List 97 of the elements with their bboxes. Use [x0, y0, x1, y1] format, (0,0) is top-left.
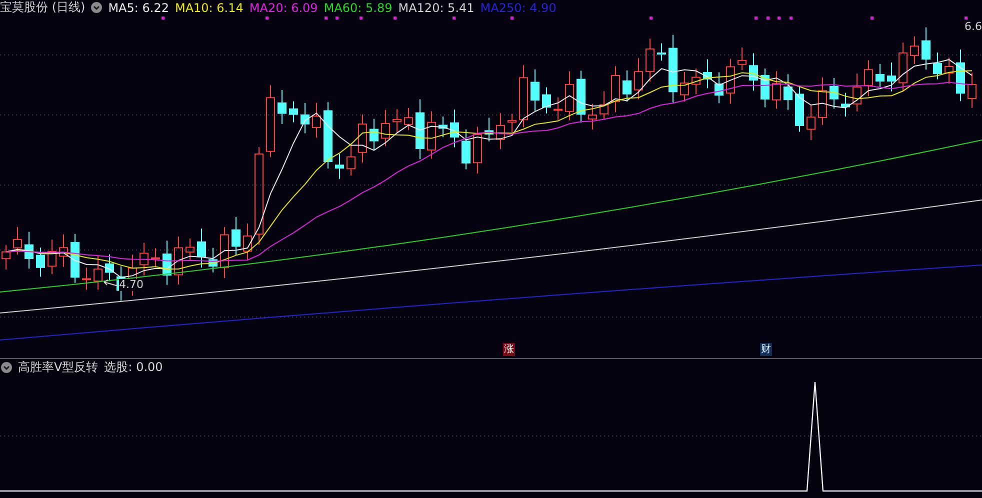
candlestick	[289, 100, 298, 123]
candlestick	[968, 72, 976, 108]
stock-title: 宝莫股份 (日线)	[0, 0, 86, 16]
dropdown-icon[interactable]	[1, 362, 12, 372]
candlestick	[370, 118, 378, 151]
indicator-name: 高胜率V型反转	[18, 358, 98, 376]
low-price-label: 4.70	[119, 279, 144, 291]
candlestick	[312, 102, 321, 138]
candlestick	[416, 98, 424, 160]
candlestick	[508, 113, 516, 132]
candlestick	[554, 96, 562, 120]
candlestick	[841, 92, 850, 117]
candlestick	[898, 42, 908, 92]
candlestick	[94, 255, 102, 290]
candlestick	[484, 117, 494, 142]
candlestick	[703, 58, 712, 89]
candlestick	[324, 102, 332, 169]
candlestick	[278, 90, 286, 125]
candlestick	[611, 66, 620, 113]
candlestick	[197, 228, 206, 268]
candlestick	[772, 70, 781, 110]
candlestick	[496, 112, 505, 150]
event-marker: 财	[760, 343, 772, 356]
candlestick	[922, 26, 930, 70]
candlestick	[795, 86, 804, 132]
candlestick	[852, 73, 862, 112]
candlestick	[335, 153, 344, 180]
candlestick	[588, 103, 597, 130]
moving-average-value: MA5: 6.22	[108, 0, 169, 14]
candlestick	[243, 223, 252, 260]
candlestick	[576, 70, 586, 124]
candlestick	[668, 34, 678, 103]
candlestick	[876, 63, 884, 88]
candlestick	[864, 60, 873, 97]
candlestick	[13, 226, 22, 256]
event-marker: 涨	[503, 343, 515, 356]
moving-average-value: MA250: 4.90	[480, 0, 556, 14]
candlestick	[438, 116, 448, 138]
candlestick	[462, 128, 470, 170]
moving-average-value: MA120: 5.41	[398, 0, 474, 14]
candlestick	[944, 57, 954, 84]
candlestick	[634, 58, 643, 100]
candlestick	[726, 58, 735, 104]
candlestick	[208, 247, 218, 273]
candlestick	[910, 36, 919, 65]
candlestick	[646, 38, 654, 82]
candlestick	[565, 70, 574, 121]
candlestick	[70, 233, 80, 284]
candlestick	[105, 254, 114, 282]
candlestick	[140, 242, 148, 276]
candlestick	[956, 49, 965, 102]
candlestick	[186, 238, 194, 260]
candlestick	[162, 240, 172, 286]
candlestick	[738, 46, 746, 71]
candlestick	[760, 68, 770, 108]
candlestick	[749, 52, 758, 92]
candlestick	[680, 71, 689, 102]
candlestick	[59, 234, 68, 268]
candlestick	[887, 62, 896, 92]
candlestick	[692, 68, 700, 95]
candlestick	[450, 109, 459, 148]
candlestick	[300, 102, 310, 134]
indicator-value: 选股: 0.00	[104, 358, 163, 376]
moving-average-value: MA60: 5.89	[324, 0, 392, 14]
moving-average-value: MA20: 6.09	[249, 0, 318, 14]
dropdown-icon[interactable]	[91, 2, 102, 13]
candlestick	[358, 114, 367, 163]
candlestick	[830, 77, 838, 110]
leader-line	[104, 280, 118, 286]
candlestick	[622, 70, 632, 102]
candlestick	[473, 126, 482, 174]
candlestick	[404, 108, 413, 131]
price-label: 6.6	[964, 20, 982, 33]
candlestick	[427, 110, 436, 159]
candlestick	[530, 68, 540, 112]
candlestick	[151, 248, 160, 267]
candlestick	[346, 142, 356, 176]
candlestick	[542, 86, 551, 114]
candlestick	[381, 109, 390, 147]
candlestick	[657, 42, 666, 62]
candlestick	[392, 108, 402, 133]
candlestick	[48, 239, 56, 275]
candlestick	[2, 244, 10, 270]
moving-average-value: MA10: 6.14	[174, 0, 244, 14]
candlestick	[818, 77, 827, 126]
candlestick	[82, 267, 91, 290]
candlestick	[784, 74, 792, 110]
candlestick	[600, 90, 608, 120]
candlestick	[519, 64, 528, 128]
candlestick	[220, 226, 229, 278]
candlestick	[933, 52, 942, 80]
candlestick	[24, 231, 34, 270]
candlestick	[232, 216, 240, 256]
candlestick	[174, 236, 183, 285]
candlestick	[36, 247, 45, 278]
candlestick	[714, 72, 724, 104]
candlestick	[806, 104, 816, 141]
